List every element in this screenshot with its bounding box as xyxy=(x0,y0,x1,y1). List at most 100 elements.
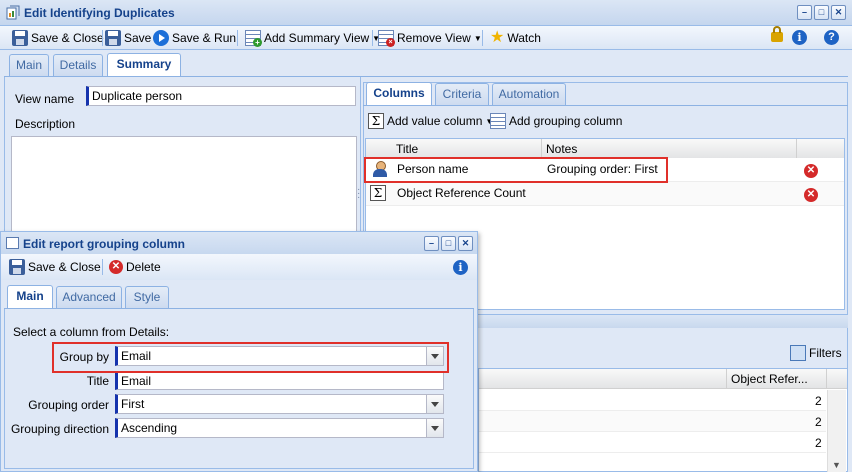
dialog-info-icon[interactable]: i xyxy=(453,260,468,275)
close-button[interactable]: ✕ xyxy=(831,5,846,20)
remove-view-label: Remove View xyxy=(397,31,471,45)
info-icon[interactable]: i xyxy=(792,30,807,45)
filters-button[interactable]: Filters xyxy=(790,345,842,361)
grouping-order-label: Grouping order xyxy=(28,398,109,412)
report-app-icon xyxy=(6,5,21,20)
minimize-button[interactable]: – xyxy=(797,5,812,20)
column-header-title[interactable]: Title xyxy=(392,139,542,159)
chevron-down-icon[interactable] xyxy=(426,419,443,437)
description-textarea[interactable] xyxy=(11,136,357,236)
scroll-down-icon[interactable]: ▼ xyxy=(832,460,841,470)
add-summary-view-button[interactable]: + Add Summary View ▼ xyxy=(245,30,380,47)
toolbar-separator xyxy=(372,30,373,46)
title-label: Title xyxy=(86,374,109,388)
tab-details[interactable]: Details xyxy=(53,54,103,76)
tab-columns[interactable]: Columns xyxy=(366,82,432,105)
table-row[interactable]: Σ Object Reference Count ✕ xyxy=(366,182,844,206)
highlight-person-name-row xyxy=(364,157,668,183)
dialog-tab-advanced[interactable]: Advanced xyxy=(56,286,122,308)
table-row[interactable]: 2 xyxy=(479,411,826,432)
grouping-direction-value: Ascending xyxy=(121,421,178,435)
help-icon[interactable]: ? xyxy=(824,30,839,45)
description-label: Description xyxy=(15,117,76,131)
row-title: Object Reference Count xyxy=(397,186,526,200)
save-close-button[interactable]: Save & Close xyxy=(12,30,104,46)
preview-scrollbar[interactable]: ▼ xyxy=(827,390,846,472)
grouping-column-icon xyxy=(490,113,506,129)
dialog-close-button[interactable]: ✕ xyxy=(458,236,473,251)
maximize-button[interactable]: □ xyxy=(814,5,829,20)
add-value-column-label: Add value column xyxy=(387,114,483,128)
delete-row-icon[interactable]: ✕ xyxy=(804,164,818,178)
dialog-maximize-button[interactable]: □ xyxy=(441,236,456,251)
add-value-column-button[interactable]: Σ Add value column ▼ xyxy=(368,113,493,129)
object-reference-value: 2 xyxy=(815,415,822,429)
grouping-order-select[interactable]: First xyxy=(115,394,444,414)
window-title: Edit Identifying Duplicates xyxy=(24,6,175,20)
preview-grid-header: Object Refer... xyxy=(479,369,847,389)
view-name-input[interactable]: Duplicate person xyxy=(86,86,356,106)
table-row[interactable]: 2 xyxy=(479,390,826,411)
add-grouping-column-label: Add grouping column xyxy=(509,114,623,128)
tab-criteria[interactable]: Criteria xyxy=(435,83,489,105)
columns-grid-header: Title Notes xyxy=(366,139,844,159)
dropdown-arrow-icon: ▼ xyxy=(473,33,482,43)
sum-icon: Σ xyxy=(368,113,384,129)
save-close-label: Save & Close xyxy=(31,31,104,45)
lock-icon xyxy=(771,26,783,42)
grouping-direction-select[interactable]: Ascending xyxy=(115,418,444,438)
object-reference-value: 2 xyxy=(815,436,822,450)
save-run-label: Save & Run xyxy=(172,31,237,45)
tab-main[interactable]: Main xyxy=(9,54,49,76)
save-label: Save xyxy=(124,31,152,45)
chevron-down-icon[interactable] xyxy=(426,395,443,413)
object-reference-value: 2 xyxy=(815,394,822,408)
instruction-text: Select a column from Details: xyxy=(13,325,170,339)
sum-icon: Σ xyxy=(370,185,386,201)
delete-icon: ✕ xyxy=(109,260,123,274)
run-icon xyxy=(153,30,169,46)
grouping-direction-label: Grouping direction xyxy=(10,422,109,436)
watch-label: Watch xyxy=(507,31,541,45)
toolbar-separator xyxy=(482,30,483,46)
dialog-delete-button[interactable]: ✕ Delete xyxy=(109,259,161,275)
edit-grouping-column-dialog: Edit report grouping column – □ ✕ Save &… xyxy=(0,231,478,472)
remove-view-button[interactable]: × Remove View ▼ xyxy=(378,30,482,47)
splitter-handle[interactable]: · · · xyxy=(357,185,360,203)
filter-icon xyxy=(790,345,806,361)
add-summary-view-label: Add Summary View xyxy=(264,31,370,45)
filters-label: Filters xyxy=(809,346,842,360)
save-icon xyxy=(12,30,28,46)
watch-button[interactable]: ★ Watch xyxy=(490,30,541,46)
save-run-button[interactable]: Save & Run xyxy=(153,30,236,46)
delete-row-icon[interactable]: ✕ xyxy=(804,188,818,202)
grouping-order-value: First xyxy=(121,397,145,411)
tab-automation[interactable]: Automation xyxy=(492,83,566,105)
toolbar-separator xyxy=(102,30,103,46)
save-button[interactable]: Save xyxy=(105,30,151,46)
view-name-label: View name xyxy=(15,92,75,106)
tab-summary[interactable]: Summary xyxy=(107,53,181,76)
main-toolbar: Save & Close Save Save & Run + Add Summa… xyxy=(0,26,852,50)
right-tabstrip-border xyxy=(363,105,848,106)
dialog-save-close-button[interactable]: Save & Close xyxy=(9,259,101,275)
column-header-object-reference[interactable]: Object Refer... xyxy=(727,369,827,389)
save-icon xyxy=(105,30,121,46)
table-row[interactable]: 2 xyxy=(479,432,826,453)
save-icon xyxy=(9,259,25,275)
dialog-toolbar: Save & Close ✕ Delete i xyxy=(1,254,477,280)
column-header-notes[interactable]: Notes xyxy=(542,139,797,159)
dialog-minimize-button[interactable]: – xyxy=(424,236,439,251)
remove-view-icon: × xyxy=(378,30,395,47)
add-view-icon: + xyxy=(245,30,262,47)
toolbar-separator xyxy=(237,30,238,46)
dialog-tab-style[interactable]: Style xyxy=(125,286,169,308)
title-input[interactable]: Email xyxy=(115,372,444,390)
dialog-save-close-label: Save & Close xyxy=(28,260,101,274)
dialog-tab-main[interactable]: Main xyxy=(7,285,53,308)
add-grouping-column-button[interactable]: Add grouping column xyxy=(490,113,622,129)
dialog-title-bar[interactable]: Edit report grouping column – □ ✕ xyxy=(1,232,477,254)
preview-column-header[interactable] xyxy=(479,369,727,389)
window-title-bar: Edit Identifying Duplicates – □ ✕ xyxy=(0,0,852,26)
star-icon: ★ xyxy=(490,29,505,46)
